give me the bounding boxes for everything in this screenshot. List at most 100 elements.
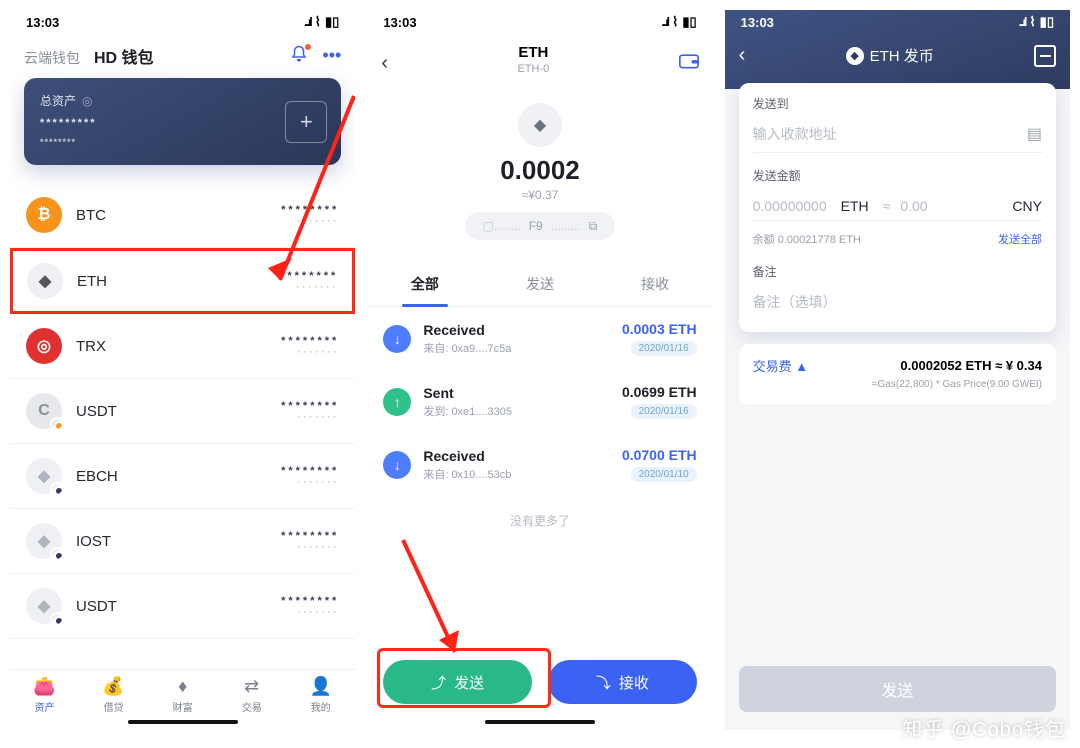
coin-list: ₿BTC********·······◆ETH********·······◎T…	[10, 183, 355, 669]
send-button[interactable]: ⤴ 发送	[383, 660, 532, 704]
tx-direction-icon: ↓	[383, 325, 411, 353]
amount-placeholder: 0.00000000	[753, 198, 827, 214]
screen-assets: 13:03 ...ıl ⌇ ▮▯ 云端钱包 HD 钱包 ••• 总	[10, 10, 355, 730]
tx-date: 2020/01/16	[631, 404, 697, 419]
coin-balance-masked: ********	[281, 204, 339, 216]
to-input[interactable]: 输入收款地址 ▤	[753, 116, 1042, 153]
bottom-tabbar: 👛资产💰借贷♦财富⇄交易👤我的	[10, 669, 355, 718]
tx-amount: 0.0003 ETH	[622, 321, 697, 337]
submit-send-button[interactable]: 发送	[739, 666, 1056, 712]
wallet-header: 云端钱包 HD 钱包 •••	[10, 34, 355, 78]
tx-sub: 发到: 0xe1....3305	[423, 403, 512, 419]
tab-icon: 👛	[33, 676, 55, 697]
coin-row-ebch[interactable]: ◆EBCH********·······	[10, 444, 355, 509]
coin-sub-masked: ·······	[280, 282, 338, 292]
add-asset-button[interactable]: +	[285, 101, 327, 143]
copy-icon[interactable]: ⧉	[589, 219, 598, 234]
eth-icon: ◆	[846, 47, 864, 65]
contacts-icon[interactable]: ▤	[1027, 124, 1042, 144]
receive-button[interactable]: ⤵ 接收	[548, 660, 697, 704]
watermark: 知乎 @Cobo钱包	[902, 713, 1066, 742]
tx-row[interactable]: ↓Received来自: 0xa9....7c5a0.0003 ETH2020/…	[367, 307, 712, 370]
coin-row-btc[interactable]: ₿BTC********·······	[10, 183, 355, 248]
coin-icon: ◆	[26, 458, 62, 494]
page-title: ETH 发币	[870, 45, 934, 66]
tx-direction-icon: ↑	[383, 388, 411, 416]
coin-icon: ₿	[26, 197, 62, 233]
bottom-tab-财富[interactable]: ♦财富	[148, 676, 217, 714]
fee-card[interactable]: 交易费 ▲ 0.0002052 ETH ≈ ¥ 0.34 =Gas(22,800…	[739, 344, 1056, 404]
tab-label: 借贷	[104, 699, 124, 714]
status-icons: ...ıl ⌇ ▮▯	[304, 14, 339, 30]
download-icon: ⤵	[596, 672, 611, 693]
status-bar: 13:03 ...ıl ⌇ ▮▯	[10, 10, 355, 34]
coin-row-trx[interactable]: ◎TRX********·······	[10, 314, 355, 379]
back-icon[interactable]: ‹	[381, 52, 388, 75]
wallet-icon[interactable]	[679, 52, 699, 75]
wifi-icon: ⌇	[672, 14, 678, 30]
battery-icon: ▮▯	[1040, 14, 1054, 30]
balance-value: 0.00021778 ETH	[778, 234, 861, 246]
tx-tab-send[interactable]: 发送	[482, 264, 597, 306]
send-header: ‹ ◆ ETH 发币	[725, 34, 1070, 77]
coin-symbol: IOST	[76, 533, 111, 550]
fiat-sym: CNY	[1012, 198, 1042, 214]
memo-input[interactable]: 备注（选填）	[753, 284, 1042, 316]
tx-row[interactable]: ↓Received来自: 0x10....53cb0.0700 ETH2020/…	[367, 433, 712, 496]
clock: 13:03	[383, 15, 416, 30]
tx-tabs: 全部 发送 接收	[367, 264, 712, 307]
clock: 13:03	[741, 15, 774, 30]
no-more-label: 没有更多了	[367, 496, 712, 545]
tx-tab-all[interactable]: 全部	[367, 264, 482, 306]
tab-cloud-wallet[interactable]: 云端钱包	[24, 48, 80, 68]
tx-title: Sent	[423, 385, 512, 401]
send-all-link[interactable]: 发送全部	[998, 231, 1042, 247]
coin-balance-masked: ********	[280, 270, 338, 282]
coin-row-iost[interactable]: ◆IOST********·······	[10, 509, 355, 574]
fee-value: 0.0002052 ETH ≈ ¥ 0.34	[900, 358, 1042, 373]
tx-sub: 来自: 0x10....53cb	[423, 466, 511, 482]
coin-icon: ◆	[27, 263, 63, 299]
coin-balance-masked: ********	[281, 595, 339, 607]
tx-row[interactable]: ↑ Sent 发到: 0xe1....3305 0.0699 ETH 2020/01/1…	[367, 370, 712, 433]
upload-icon: ⤴	[431, 672, 446, 693]
address-pill[interactable]: ▢........ F9 ......... ⧉	[465, 212, 615, 240]
fee-label: 交易费 ▲	[753, 356, 808, 375]
coin-icon: ◎	[26, 328, 62, 364]
fee-formula: =Gas(22,800) * Gas Price(9.00 GWEI)	[753, 379, 1042, 390]
bottom-tab-资产[interactable]: 👛资产	[10, 676, 79, 714]
bottom-tab-借贷[interactable]: 💰借贷	[79, 676, 148, 714]
bottom-tab-交易[interactable]: ⇄交易	[217, 676, 286, 714]
tab-hd-wallet[interactable]: HD 钱包	[94, 44, 154, 68]
bottom-tab-我的[interactable]: 👤我的	[286, 676, 355, 714]
total-assets-label: 总资产	[40, 92, 76, 109]
balance-prefix: 余额	[753, 234, 775, 246]
bell-icon[interactable]	[290, 45, 308, 68]
fiat-placeholder: 0.00	[900, 198, 1002, 214]
tx-amount: 0.0699 ETH	[622, 384, 697, 400]
wifi-icon: ⌇	[315, 14, 321, 30]
status-icons: ...ıl ⌇ ▮▯	[1019, 14, 1054, 30]
more-icon[interactable]: •••	[322, 45, 341, 68]
tx-tab-recv[interactable]: 接收	[598, 264, 713, 306]
amount-label: 发送金额	[753, 167, 1042, 184]
approx-sym: ≈	[883, 198, 891, 214]
back-icon[interactable]: ‹	[739, 44, 746, 67]
tx-title: Received	[423, 448, 511, 464]
balance-block: ◆ 0.0002 ≈¥0.37 ▢........ F9 ......... ⧉	[367, 93, 712, 248]
coin-row-eth[interactable]: ◆ETH********·······	[10, 248, 355, 314]
coin-row-usdt[interactable]: CUSDT********·······	[10, 379, 355, 444]
eye-icon[interactable]: ◎	[82, 94, 92, 108]
coin-balance-masked: ********	[281, 335, 339, 347]
coin-symbol: USDT	[76, 598, 117, 615]
coin-sub-masked: ·······	[281, 607, 339, 617]
amount-input[interactable]: 0.00000000 ETH ≈ 0.00 CNY	[753, 188, 1042, 221]
coin-sub-masked: ·······	[281, 347, 339, 357]
signal-icon: ...ıl	[304, 15, 311, 29]
signal-icon: ...ıl	[661, 15, 668, 29]
home-indicator	[485, 720, 595, 724]
scan-icon[interactable]	[1034, 45, 1056, 67]
tx-title: Received	[423, 322, 511, 338]
coin-icon: ◆	[26, 588, 62, 624]
coin-row-usdt[interactable]: ◆ USDT ********·······	[10, 574, 355, 639]
